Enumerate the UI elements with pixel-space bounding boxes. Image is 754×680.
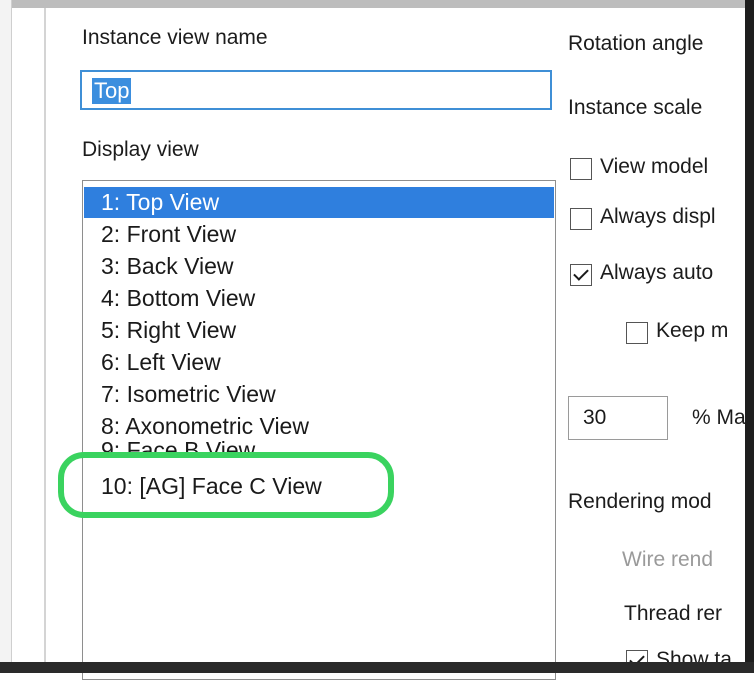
always-display-label: Always displ xyxy=(600,205,716,228)
list-item-right-view[interactable]: 5: Right View xyxy=(84,315,554,346)
percent-value: 30 xyxy=(583,406,607,429)
divider-line xyxy=(44,8,46,673)
window-bottom-edge xyxy=(0,662,754,673)
display-view-label: Display view xyxy=(82,138,199,161)
display-view-list[interactable]: 1: Top View 2: Front View 3: Back View 4… xyxy=(82,180,556,680)
instance-scale-label: Instance scale xyxy=(568,96,703,119)
list-item-front-view[interactable]: 2: Front View xyxy=(84,219,554,250)
list-item-back-view[interactable]: 3: Back View xyxy=(84,251,554,282)
list-item-isometric-view[interactable]: 7: Isometric View xyxy=(84,379,554,410)
instance-view-name-input[interactable]: Top xyxy=(80,70,552,110)
percent-input[interactable]: 30 xyxy=(568,396,668,440)
always-auto-checkbox[interactable] xyxy=(570,264,592,286)
list-item-axonometric-view[interactable]: 8: Axonometric View xyxy=(84,411,554,442)
window-left-edge xyxy=(0,0,12,673)
rotation-angle-label: Rotation angle xyxy=(568,32,704,55)
percent-label: % Ma xyxy=(692,406,746,429)
highlight-ring xyxy=(58,452,394,518)
always-display-checkbox[interactable] xyxy=(570,208,592,230)
instance-view-name-value: Top xyxy=(92,78,132,104)
view-model-checkbox[interactable] xyxy=(570,158,592,180)
thread-render-label: Thread rer xyxy=(624,602,723,625)
keep-checkbox[interactable] xyxy=(626,322,648,344)
keep-label: Keep m xyxy=(656,319,729,342)
list-item-left-view[interactable]: 6: Left View xyxy=(84,347,554,378)
instance-view-name-label: Instance view name xyxy=(82,26,268,49)
list-item-top-view[interactable]: 1: Top View xyxy=(84,187,554,218)
window-right-edge xyxy=(745,0,754,673)
wire-render-label: Wire rend xyxy=(622,548,714,571)
list-item-bottom-view[interactable]: 4: Bottom View xyxy=(84,283,554,314)
view-model-label: View model xyxy=(600,155,709,178)
window-top-edge xyxy=(0,0,754,8)
always-auto-label: Always auto xyxy=(600,261,714,284)
rendering-mode-label: Rendering mod xyxy=(568,490,712,513)
